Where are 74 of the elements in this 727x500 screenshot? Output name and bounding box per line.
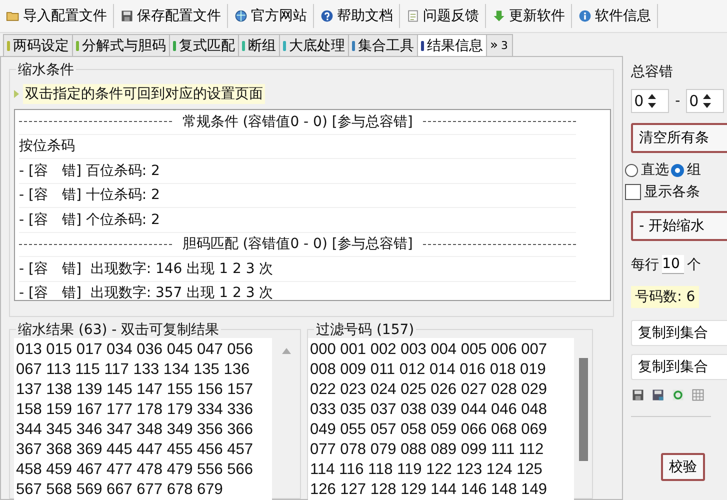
number-row-text: 077 078 079 088 089 099 111 112 (310, 440, 545, 460)
grid-icon[interactable] (691, 388, 706, 402)
tolerance-label: 总容错 (631, 63, 674, 81)
radio-option[interactable]: 直选 (625, 161, 670, 179)
tab[interactable]: 分解式与胆码 (72, 34, 170, 56)
tab[interactable]: 集合工具 (348, 34, 418, 56)
radio-option[interactable]: 组 (671, 161, 702, 179)
number-row-text: 013 015 017 034 036 045 047 056 (16, 340, 254, 360)
info-icon (578, 9, 592, 23)
toolbar-button[interactable]: 官方网站 (228, 4, 314, 28)
number-row-text: 458 459 467 477 478 479 556 566 (16, 460, 254, 480)
refresh-icon[interactable] (671, 388, 686, 402)
spin-box[interactable]: 0 (631, 89, 670, 113)
number-row-text: 126 127 128 129 144 146 148 149 (310, 480, 548, 500)
number-row-text: 000 001 002 003 004 005 006 007 (310, 340, 548, 360)
condition-item[interactable]: - [容 错] 出现数字: 357 出现 1 2 3 次 (19, 284, 274, 300)
clear-conditions-button[interactable]: 清空所有条 (631, 123, 727, 153)
down-arrow-icon (492, 9, 506, 23)
hint-text: 双击指定的条件可回到对应的设置页面 (23, 84, 265, 104)
condition-item[interactable]: 按位杀码 (19, 137, 75, 156)
checkbox[interactable] (625, 184, 642, 200)
triangle-icon (14, 90, 19, 98)
number-row-text: 067 113 115 117 133 134 135 136 (16, 360, 251, 380)
document-icon (406, 9, 420, 23)
number-row-text: 367 368 369 445 447 455 456 457 (16, 440, 254, 460)
globe-icon (234, 9, 248, 23)
toolbar-button[interactable]: 导入配置文件 (0, 4, 114, 28)
radio-button[interactable] (671, 164, 684, 176)
toolbar-button[interactable]: 软件信息 (572, 4, 658, 28)
per-row-label: 每行 (631, 256, 660, 274)
number-row-text: 114 116 118 119 122 123 124 125 (310, 460, 544, 480)
condition-item[interactable]: - [容 错] 百位杀码: 2 (19, 162, 160, 180)
range-separator: - (675, 93, 680, 109)
group-title: 缩水条件 (16, 62, 76, 78)
toolbar-button[interactable]: 保存配置文件 (114, 4, 228, 28)
copy-button[interactable]: 复制到集合 (631, 320, 727, 346)
count-label: 号码数: 6 (631, 286, 700, 308)
number-row-text: 049 055 057 058 059 066 068 069 (310, 420, 548, 440)
start-button[interactable]: - 开始缩水 (631, 211, 727, 241)
help-icon (320, 9, 334, 23)
spin-arrows-icon[interactable] (702, 92, 712, 110)
number-row-text: 567 568 569 667 677 678 679 (16, 480, 224, 500)
condition-item[interactable]: - [容 错] 出现数字: 146 出现 1 2 3 次 (19, 260, 274, 278)
spin-box[interactable]: 0 (686, 89, 724, 113)
number-row-text: 158 159 167 177 178 179 334 336 (16, 400, 254, 420)
toolbar-button[interactable]: 问题反馈 (400, 4, 486, 28)
checkbox-option[interactable]: 显示各条 (625, 183, 700, 201)
number-row-text: 022 023 024 025 026 027 028 029 (310, 380, 548, 400)
section-header: 常规条件 (容错值0 - 0) [参与总容错] (182, 112, 413, 131)
toolbar-button[interactable]: 帮助文档 (314, 4, 400, 28)
tab[interactable]: 两码设定 (3, 34, 73, 56)
spin-arrows-icon[interactable] (646, 92, 657, 110)
section-header: 胆码匹配 (容错值0 - 0) [参与总容错] (182, 235, 413, 254)
tab[interactable]: 复式匹配 (169, 34, 239, 56)
group-title: 过滤号码 (157) (314, 322, 416, 338)
verify-button[interactable]: 校验 (661, 453, 706, 481)
number-row-text: 137 138 139 145 147 155 156 157 (16, 380, 254, 400)
group-title: 缩水结果 (63) - 双击可复制结果 (16, 322, 222, 338)
scrollbar-thumb[interactable] (578, 358, 588, 461)
folder-icon (6, 9, 20, 23)
condition-list[interactable]: 常规条件 (容错值0 - 0) [参与总容错] 按位杀码 - [容 错] 百位杀码: 2 - [容 错] 十位杀码: 2 - [容 错] 个位杀码: 2 胆码匹配 (容错值0 - 0) [参与总容错] - [容 错] 出现数字: 146 出现 1 2 3 次 - [容 错] 出现数字: 357 出现 1 2 3 次 (14, 109, 612, 301)
copy-button[interactable]: 复制到集合 (631, 354, 727, 380)
number-row-text: 008 009 011 012 014 016 018 019 (310, 360, 547, 380)
tab[interactable]: 结果信息 (417, 34, 487, 57)
radio-button[interactable] (625, 164, 638, 176)
unit-label: 个 (687, 256, 702, 274)
number-row-text: 344 345 346 347 348 349 356 366 (16, 420, 254, 440)
condition-item[interactable]: - [容 错] 十位杀码: 2 (19, 186, 160, 204)
number-row-text: 033 035 037 038 039 044 046 048 (310, 400, 548, 420)
condition-item[interactable]: - [容 错] 个位杀码: 2 (19, 210, 160, 229)
tab[interactable]: 大底处理 (279, 34, 349, 56)
toolbar-button[interactable]: 更新软件 (486, 4, 572, 28)
per-row-field[interactable]: 10 (662, 255, 684, 274)
tab[interactable]: 断组 (238, 34, 280, 56)
